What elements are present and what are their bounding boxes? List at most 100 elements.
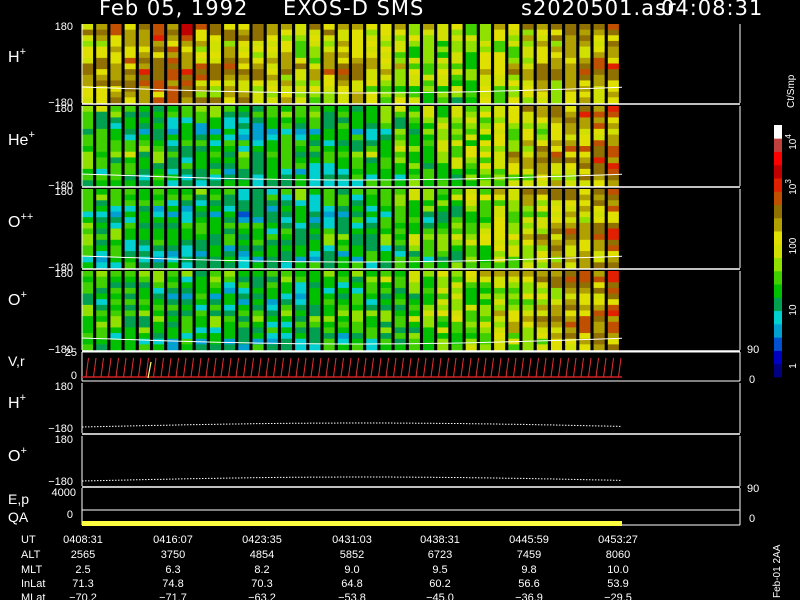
heatmap-cell	[465, 46, 477, 53]
vr-yellow-marker	[147, 361, 152, 379]
vr-red-spike	[573, 357, 577, 378]
heatmap-cell	[167, 146, 179, 153]
heatmap-cell	[124, 276, 136, 283]
heatmap-cell	[465, 222, 477, 229]
heatmap-cell	[153, 194, 165, 201]
heatmap-cell	[153, 91, 165, 98]
heatmap-cell	[366, 245, 378, 252]
heatmap-cell	[536, 35, 548, 42]
heatmap-cell	[366, 222, 378, 229]
heatmap-cell	[195, 29, 207, 36]
heatmap-cell	[238, 251, 250, 258]
heatmap-cell	[181, 262, 193, 269]
heatmap-cell	[579, 40, 591, 48]
heatmap-cell	[408, 194, 420, 201]
heatmap-cell	[153, 211, 165, 218]
heatmap-cell	[309, 86, 321, 93]
heatmap-cell	[337, 140, 349, 147]
heatmap-cell	[167, 117, 179, 124]
heatmap-cell	[465, 338, 477, 345]
heatmap-cell	[167, 299, 179, 306]
heatmap-cell	[124, 251, 136, 258]
heatmap-cell	[209, 205, 221, 213]
heatmap-cell	[238, 344, 250, 351]
heatmap-cell	[209, 151, 221, 158]
heatmap-cell	[323, 40, 335, 48]
heatmap-cell	[110, 217, 122, 224]
heatmap-cell	[309, 74, 321, 81]
heatmap-cell	[479, 256, 491, 263]
heatmap-cell	[550, 194, 563, 201]
heatmap-cell	[167, 222, 179, 229]
heatmap-cell	[565, 304, 577, 311]
heatmap-cell	[536, 106, 548, 113]
heatmap-cell	[224, 333, 236, 340]
heatmap-cell	[167, 134, 179, 141]
heatmap-cell	[550, 174, 563, 181]
heatmap-cell	[266, 163, 278, 170]
heatmap-cell	[82, 163, 94, 170]
heatmap-cell	[82, 180, 94, 187]
heatmap-cell	[352, 134, 364, 141]
heatmap-cell	[451, 69, 463, 76]
heatmap-cell	[607, 217, 619, 224]
heatmap-cell	[423, 24, 435, 31]
heatmap-cell	[352, 282, 364, 289]
heatmap-cell	[110, 205, 122, 213]
heatmap-cell	[352, 86, 364, 93]
panel-y-top-label: 180	[55, 268, 73, 280]
heatmap-cell	[295, 316, 307, 323]
heatmap-cell	[266, 117, 278, 124]
heatmap-cell	[536, 97, 548, 104]
heatmap-cell	[195, 151, 207, 158]
colorbar-segment	[774, 323, 782, 338]
heatmap-cell	[82, 293, 94, 300]
heatmap-cell	[224, 245, 236, 252]
heatmap-cell	[565, 180, 577, 187]
heatmap-cell	[579, 86, 591, 93]
heatmap-cell	[138, 151, 150, 158]
heatmap-cell	[82, 151, 94, 158]
heatmap-cell	[437, 24, 449, 31]
heatmap-cell	[479, 344, 491, 351]
heatmap-cell	[195, 140, 207, 147]
heatmap-cell	[181, 194, 193, 201]
heatmap-cell	[195, 251, 207, 258]
heatmap-cell	[280, 74, 293, 81]
heatmap-cell	[238, 234, 250, 241]
heatmap-cell	[238, 174, 250, 181]
heatmap-cell	[252, 63, 264, 70]
heatmap-cell	[508, 74, 520, 81]
heatmap-cell	[380, 287, 392, 295]
heatmap-cell	[82, 69, 94, 76]
heatmap-cell	[508, 333, 520, 340]
heatmap-cell	[536, 293, 548, 300]
heatmap-cell	[309, 106, 321, 113]
heatmap-cell	[337, 123, 349, 130]
heatmap-cell	[352, 276, 364, 283]
heatmap-cell	[138, 262, 150, 269]
vr-red-spike	[130, 357, 134, 378]
heatmap-cell	[352, 316, 364, 323]
heatmap-cell	[167, 321, 179, 328]
heatmap-cell	[96, 262, 108, 269]
heatmap-cell	[607, 282, 619, 289]
heatmap-cell	[536, 180, 548, 187]
heatmap-cell	[252, 69, 264, 76]
heatmap-cell	[494, 91, 506, 98]
heatmap-cell	[465, 74, 477, 81]
heatmap-cell	[337, 234, 349, 241]
heatmap-cell	[96, 217, 108, 224]
heatmap-cell	[337, 146, 349, 153]
heatmap-cell	[593, 234, 605, 241]
heatmap-cell	[494, 262, 506, 269]
heatmap-cell	[607, 327, 619, 334]
heatmap-cell	[579, 157, 591, 164]
heatmap-cell	[579, 276, 591, 283]
heatmap-cell	[280, 245, 293, 252]
heatmap-cell	[579, 180, 591, 187]
heatmap-cell	[408, 80, 420, 87]
heatmap-cell	[536, 344, 548, 351]
heatmap-cell	[82, 157, 94, 164]
heatmap-cell	[451, 251, 463, 258]
